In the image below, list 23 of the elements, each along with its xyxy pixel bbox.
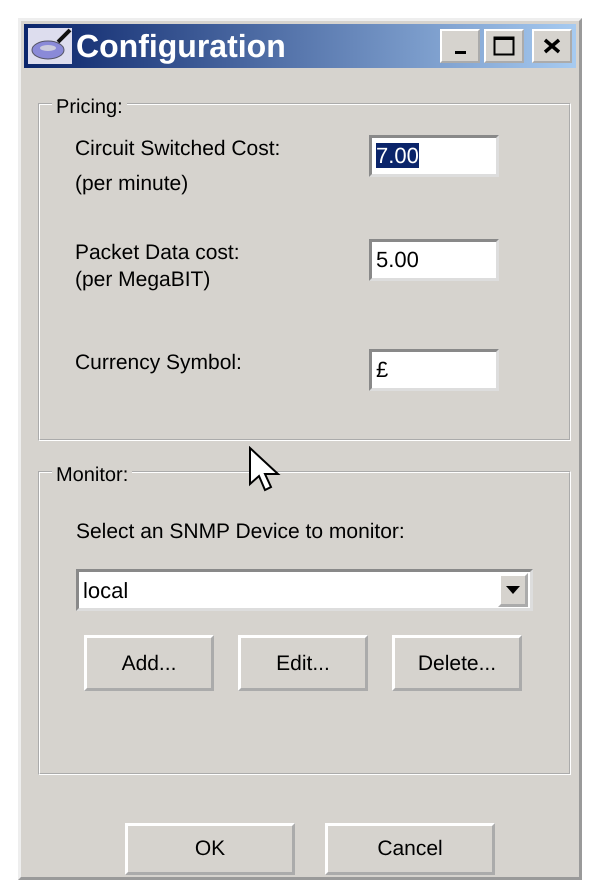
dropdown-value: local: [82, 576, 130, 605]
prompt-text: Select an SNMP Device to monitor:: [76, 519, 406, 545]
action-button[interactable]: Edit...: [238, 635, 368, 692]
window-title: Configuration: [76, 27, 287, 66]
text-field[interactable]: 7.00: [369, 135, 499, 177]
text-field[interactable]: £: [369, 349, 499, 391]
close-button[interactable]: [532, 29, 572, 63]
maximize-button[interactable]: [484, 29, 524, 63]
text-field[interactable]: 5.00: [369, 239, 499, 281]
unit-label: (per MegaBIT): [75, 267, 212, 294]
minimize-icon: [454, 50, 466, 54]
dialog-button[interactable]: Cancel: [325, 823, 495, 875]
maximize-icon: [493, 36, 515, 56]
close-icon: [543, 38, 561, 54]
device-dropdown[interactable]: local: [76, 569, 533, 612]
unit-label: (per minute): [75, 171, 190, 198]
minimize-button[interactable]: [440, 29, 480, 63]
field-label: Circuit Switched Cost:: [75, 136, 280, 162]
field-label: Packet Data cost:: [75, 240, 240, 266]
field-label: Currency Symbol:: [75, 350, 242, 376]
action-button[interactable]: Delete...: [392, 635, 522, 692]
action-button[interactable]: Add...: [84, 635, 214, 692]
dialog-button[interactable]: OK: [125, 823, 295, 875]
